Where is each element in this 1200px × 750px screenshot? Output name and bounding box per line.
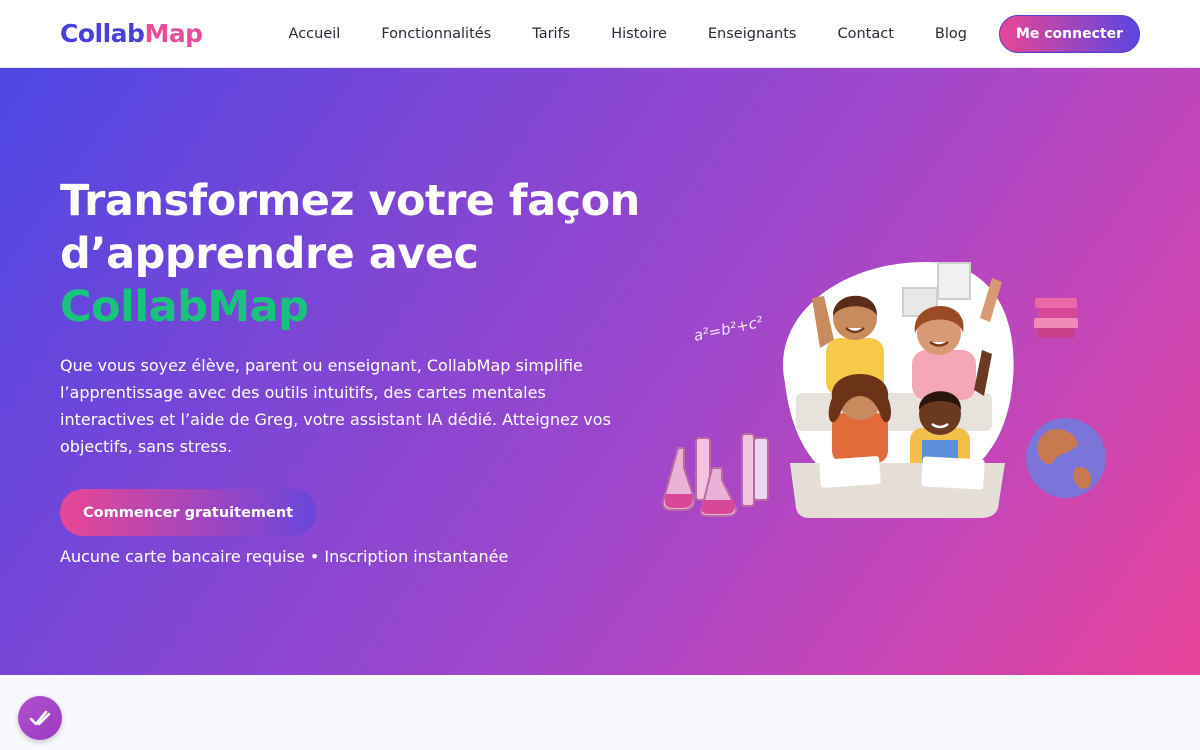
logo[interactable]: Collab Map — [60, 19, 203, 48]
chat-widget-button[interactable] — [18, 696, 62, 740]
student-girl-3 — [828, 374, 891, 463]
logo-part-map: Map — [144, 19, 203, 48]
nav-link-fonctionnalites[interactable]: Fonctionnalités — [381, 26, 491, 42]
start-free-button[interactable]: Commencer gratuitement — [60, 489, 317, 536]
books-icon — [1034, 298, 1078, 338]
lab-flasks-icon — [662, 433, 769, 517]
hero-section: Transformez votre façon d’apprendre avec… — [0, 68, 1200, 675]
nav-links: Accueil Fonctionnalités Tarifs Histoire … — [289, 14, 1140, 53]
chat-widget-icon — [29, 710, 51, 726]
hero-title: Transformez votre façon d’apprendre avec… — [60, 175, 660, 334]
students-illustration: a²=b²+c² — [660, 218, 1120, 518]
hero-description: Que vous soyez élève, parent ou enseigna… — [60, 356, 611, 456]
login-button[interactable]: Me connecter — [998, 14, 1140, 53]
top-navbar: Collab Map Accueil Fonctionnalités Tarifs… — [0, 0, 1200, 68]
globe-icon — [1026, 418, 1106, 498]
paper-sheet-2 — [921, 456, 985, 490]
nav-link-accueil[interactable]: Accueil — [289, 26, 341, 42]
hero-title-line-2: d’apprendre avec — [60, 229, 479, 279]
hero-note: Aucune carte bancaire requise • Inscript… — [60, 547, 509, 566]
nav-link-enseignants[interactable]: Enseignants — [708, 26, 797, 42]
logo-part-collab: Collab — [60, 19, 145, 48]
hero-title-line-1: Transformez votre façon — [60, 176, 640, 226]
wall-frame — [937, 262, 971, 300]
nav-link-blog[interactable]: Blog — [935, 26, 967, 42]
nav-link-contact[interactable]: Contact — [837, 26, 893, 42]
nav-link-histoire[interactable]: Histoire — [611, 26, 667, 42]
hero-title-accent: CollabMap — [60, 282, 309, 332]
bottom-strip — [0, 675, 1200, 750]
formula-text: a²=b²+c² — [692, 313, 764, 345]
nav-link-tarifs[interactable]: Tarifs — [532, 26, 570, 42]
paper-sheet-1 — [819, 456, 881, 488]
students-illustration-svg: a²=b²+c² — [662, 261, 1106, 518]
